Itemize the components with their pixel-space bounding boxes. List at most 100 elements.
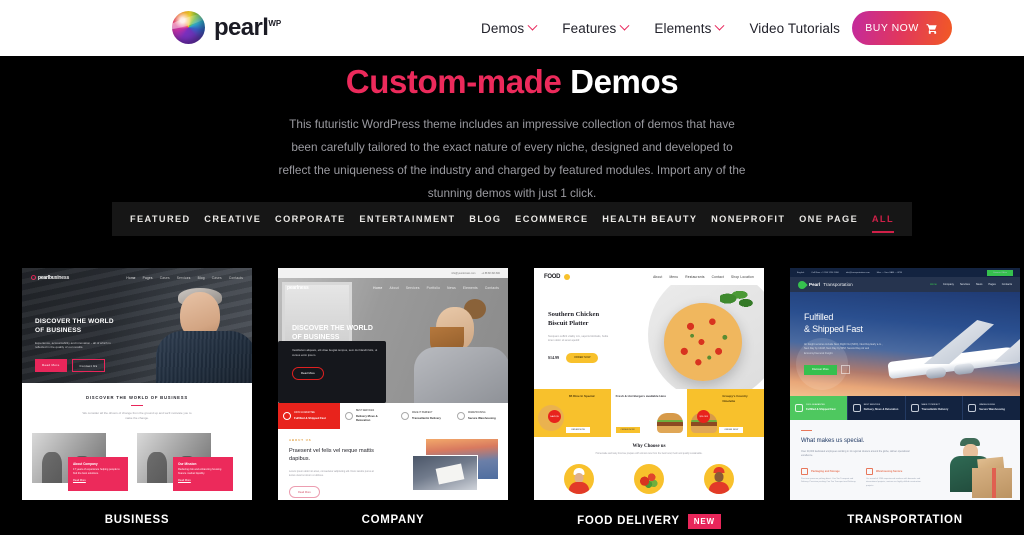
mini-feature-card: Our Mission Reducing risk and enhancing …: [137, 432, 233, 491]
promo-card[interactable]: $20 OFF Groupy's Country Omelette ORDER …: [687, 389, 764, 437]
mini-link[interactable]: Portfolio: [427, 286, 441, 290]
mini-link[interactable]: News: [976, 283, 983, 286]
promo-card[interactable]: SAVE $5 $5 Dine In Special ORDER NOW: [534, 389, 611, 437]
price-label: $14.99: [548, 355, 559, 361]
mini-link[interactable]: Home: [126, 276, 135, 280]
mini-link[interactable]: Cases: [212, 276, 222, 280]
filter-blog[interactable]: BLOG: [469, 205, 501, 233]
filter-corporate[interactable]: CORPORATE: [275, 205, 346, 233]
mini-link[interactable]: Blog: [198, 276, 205, 280]
mini-link[interactable]: Restaurants: [685, 275, 704, 279]
mini-feature-strip-transportation: 100% GUARANTEE Fulfilled & Shipped Fast …: [790, 396, 1020, 420]
mini-hero-heading-line1: DISCOVER THE WORLD: [35, 318, 114, 325]
buy-now-button[interactable]: BUY NOW: [852, 11, 952, 45]
mini-link[interactable]: News: [447, 286, 456, 290]
section-paragraph: Lorem ipsum dolor sit amet, consectetur …: [289, 469, 374, 477]
promo-card[interactable]: Fresh & Hot Burgers available Here ORDER…: [610, 389, 688, 437]
cart-icon: [926, 22, 939, 35]
hero-section: Custom-made Demos This futuristic WordPr…: [0, 56, 1024, 205]
mini-link[interactable]: Pages: [988, 283, 995, 286]
mini-link[interactable]: Company: [943, 283, 954, 286]
mini-link[interactable]: About: [389, 286, 398, 290]
demo-thumbnail-transportation[interactable]: English Call Now: +1 934 1234 1800 info@…: [790, 268, 1020, 500]
feature-title: Secure Warehousing: [468, 415, 496, 420]
mini-link[interactable]: Menu: [669, 275, 678, 279]
mini-nav-company: pearlness Home About Services Portfolio …: [278, 278, 508, 297]
mini-hero-heading: Southern Chicken Biscuit Platter: [548, 311, 614, 329]
feature-kicker: BEST SERVICES: [863, 404, 881, 407]
filter-featured[interactable]: FEATURED: [130, 205, 191, 233]
mini-link[interactable]: Pages: [143, 276, 153, 280]
demo-caption: COMPANY: [278, 514, 508, 526]
play-square-icon[interactable]: [840, 365, 850, 375]
uniform-shape: [709, 481, 730, 494]
mini-hero-business: pearlbusiness Home Pages Cases Services …: [22, 268, 252, 383]
nav-item-demos[interactable]: Demos: [481, 20, 538, 36]
mini-link[interactable]: Contacts: [229, 276, 243, 280]
demo-caption: TRANSPORTATION: [790, 514, 1020, 526]
mini-link[interactable]: Services: [406, 286, 420, 290]
overlay-link[interactable]: Read More: [73, 479, 123, 482]
feature-text: WAREHOUSING Secure Warehousing: [979, 404, 1005, 411]
filter-noneprofit[interactable]: NONEPROFIT: [711, 205, 785, 233]
mini-primary-button[interactable]: Read More: [35, 359, 67, 373]
mini-hero-copy-transportation: Fulfilled & Shipped Fast Air freight ser…: [804, 312, 888, 375]
mini-hero-button[interactable]: Read More: [292, 366, 324, 380]
mini-link[interactable]: Services: [960, 283, 970, 286]
feature-item-highlight: 100% GUARANTEE Fulfilled & Shipped Fast: [790, 396, 847, 420]
brand-logo[interactable]: pearlWP: [172, 11, 281, 44]
special-column: Warehousing Service Our award of 1200 ex…: [866, 467, 922, 489]
filter-one-page[interactable]: ONE PAGE: [799, 205, 858, 233]
mini-hero-heading-line2: & Shipped Fast: [804, 323, 863, 334]
mini-link[interactable]: Contact: [712, 275, 724, 279]
overlay-text: 17 years of experience helping people to…: [73, 467, 120, 475]
promo-title: $5 Dine In Special: [569, 394, 595, 398]
filter-ecommerce[interactable]: ECOMMERCE: [515, 205, 588, 233]
topbar-language[interactable]: English: [797, 272, 804, 274]
topbar-cta-button[interactable]: Careers Office: [986, 269, 1013, 276]
promo-button[interactable]: ORDER NOW: [615, 427, 640, 433]
filter-all[interactable]: ALL: [871, 205, 895, 233]
mini-link[interactable]: Shop Location: [731, 275, 754, 279]
desk-photo: [412, 455, 478, 491]
nav-item-elements[interactable]: Elements: [654, 20, 725, 36]
filter-creative[interactable]: CREATIVE: [204, 205, 261, 233]
mini-link[interactable]: About: [653, 275, 662, 279]
mini-hero-actions: $14.99 ORDER NOW: [548, 352, 614, 363]
promo-button[interactable]: ORDER NOW: [719, 427, 744, 433]
overlay-link[interactable]: Read More: [178, 479, 228, 482]
feature-kicker: MAKE IT PERFECT: [412, 412, 433, 415]
warehouse-icon: [457, 412, 465, 420]
engine-shape: [953, 362, 975, 376]
mini-secondary-button[interactable]: Contact Us: [71, 359, 106, 373]
column-header: Packaging and Storage: [801, 467, 857, 475]
filter-health-beauty[interactable]: HEALTH BEAUTY: [602, 205, 697, 233]
divider: [801, 430, 812, 432]
why-item: We work 24/7 We consider everyday nutrit…: [547, 463, 610, 500]
mini-hero-buttons: Read More Contact Us: [35, 359, 115, 373]
courier-photo: [940, 436, 1014, 500]
mini-link[interactable]: Elements: [463, 286, 478, 290]
section-button[interactable]: Read More: [289, 486, 320, 499]
order-now-button[interactable]: ORDER NOW: [566, 352, 599, 363]
nav-item-features[interactable]: Features: [562, 20, 630, 36]
mini-link[interactable]: Contacts: [1002, 283, 1012, 286]
demo-thumbnail-business[interactable]: pearlbusiness Home Pages Cases Services …: [22, 268, 252, 500]
nav-item-video-tutorials[interactable]: Video Tutorials: [749, 21, 840, 36]
relocation-icon: [852, 404, 861, 412]
mini-link[interactable]: Cases: [160, 276, 170, 280]
filter-entertainment[interactable]: ENTERTAINMENT: [359, 205, 455, 233]
mini-link[interactable]: Services: [177, 276, 191, 280]
chevron-down-icon: [619, 20, 630, 31]
nav-label-elements: Elements: [654, 20, 712, 36]
demo-thumbnail-food-delivery[interactable]: FOOD About Menu Restaurants Contact Shop…: [534, 268, 764, 500]
mini-link[interactable]: Contacts: [485, 286, 499, 290]
discover-more-button[interactable]: Discover More: [804, 364, 837, 375]
mini-link[interactable]: Home: [930, 283, 937, 286]
promo-button[interactable]: ORDER NOW: [566, 427, 590, 433]
chef-icon: [563, 463, 594, 494]
demo-thumbnail-company[interactable]: info@yourdomain.com +1 88 88 493 800 pea…: [278, 268, 508, 500]
mini-about-section-company: ABOUT US Praesent vel felis vel neque ma…: [278, 429, 508, 500]
demo-card-food-delivery: FOOD About Menu Restaurants Contact Shop…: [534, 268, 764, 529]
mini-link[interactable]: Home: [373, 286, 382, 290]
